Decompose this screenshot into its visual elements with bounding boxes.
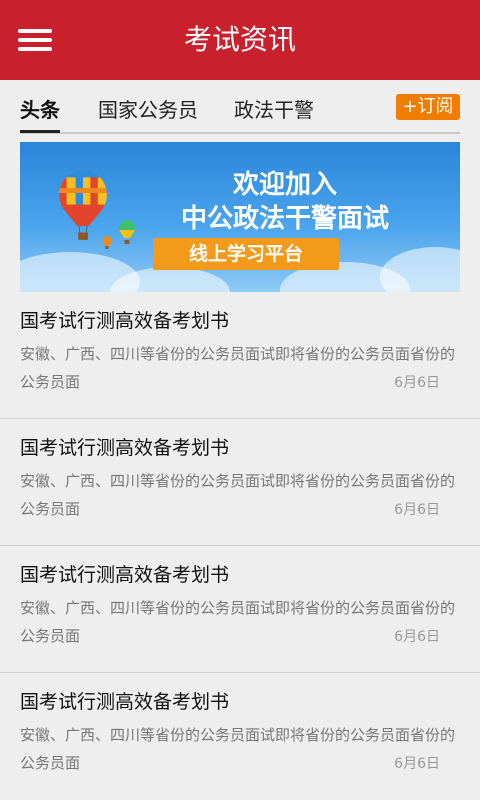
page-title: 考试资讯 [183,23,296,56]
banner-subheadline: 中公政法干警面试 [180,204,389,234]
news-title: 国考试行测高效备考划书 [20,564,230,586]
category-tabs: 头条 国家公务员 政法干警 +订阅 [20,92,460,134]
tab-political-law-police[interactable]: 政法干警 [234,92,314,130]
news-item[interactable]: 国考试行测高效备考划书 安徽、广西、四川等省份的公务员面试即将省份的公务员面省份… [0,673,480,799]
tiny-balloon-icon [102,236,112,249]
news-item[interactable]: 国考试行测高效备考划书 安徽、广西、四川等省份的公务员面试即将省份的公务员面省份… [0,292,480,419]
banner-headline: 欢迎加入 [232,170,337,200]
news-title: 国考试行测高效备考划书 [20,437,230,459]
news-date: 6月6日 [394,502,440,518]
news-date: 6月6日 [394,375,440,391]
news-title: 国考试行测高效备考划书 [20,691,230,713]
banner-cta[interactable]: 线上学习平台 [153,238,339,270]
tab-national-civil-servant[interactable]: 国家公务员 [98,92,198,130]
tab-headlines[interactable]: 头条 [20,92,60,133]
news-date: 6月6日 [394,756,440,772]
top-app-bar: 考试资讯 [0,0,480,80]
news-date: 6月6日 [394,629,440,645]
hot-air-balloon-icon [59,170,107,240]
subscribe-button[interactable]: +订阅 [396,94,460,120]
news-list: 国考试行测高效备考划书 安徽、广西、四川等省份的公务员面试即将省份的公务员面省份… [0,292,480,799]
small-balloon-icon [119,220,135,244]
news-title: 国考试行测高效备考划书 [20,310,230,332]
news-item[interactable]: 国考试行测高效备考划书 安徽、广西、四川等省份的公务员面试即将省份的公务员面省份… [0,546,480,673]
news-item[interactable]: 国考试行测高效备考划书 安徽、广西、四川等省份的公务员面试即将省份的公务员面省份… [0,419,480,546]
promo-banner[interactable]: 欢迎加入 中公政法干警面试 线上学习平台 [20,142,460,292]
